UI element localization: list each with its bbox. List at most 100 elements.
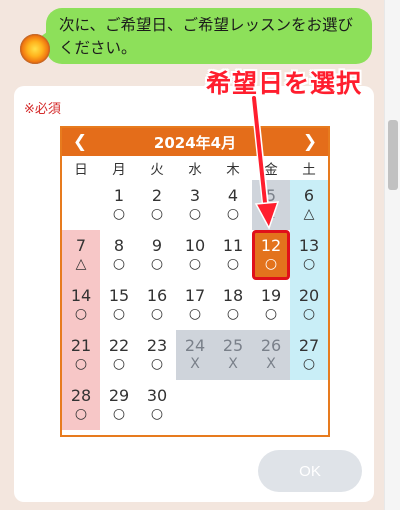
calendar-day-20[interactable]: 20 ○ — [290, 280, 328, 330]
day-number: 12 — [260, 236, 282, 255]
calendar-day-29[interactable]: 29 ○ — [100, 380, 138, 430]
availability-mark: ○ — [74, 406, 88, 422]
availability-mark: ○ — [150, 356, 164, 372]
availability-mark: ○ — [188, 206, 202, 222]
availability-mark: X — [190, 356, 200, 372]
calendar-day-15[interactable]: 15 ○ — [100, 280, 138, 330]
availability-mark: ○ — [302, 356, 316, 372]
day-number: 30 — [146, 386, 168, 405]
availability-mark: ○ — [150, 406, 164, 422]
calendar-day-5: 5x — [252, 180, 290, 230]
calendar-day-16[interactable]: 16 ○ — [138, 280, 176, 330]
calendar-day-18[interactable]: 18 ○ — [214, 280, 252, 330]
calendar-week-row: 7 △ 8 ○ 9 ○ 10 ○ 11 ○ 12 ○ 13 ○ — [62, 230, 329, 280]
availability-mark: ○ — [74, 306, 88, 322]
chevron-right-icon[interactable]: ❯ — [302, 128, 318, 156]
availability-mark: ○ — [188, 256, 202, 272]
scrollbar[interactable] — [384, 0, 400, 510]
availability-mark: ○ — [150, 306, 164, 322]
weekday-label: 日 — [74, 162, 88, 178]
day-number: 26 — [260, 336, 282, 355]
calendar-day-7[interactable]: 7 △ — [62, 230, 100, 280]
availability-mark: ○ — [302, 306, 316, 322]
calendar-day-25: 25 X — [214, 330, 252, 380]
day-number: 4 — [227, 186, 239, 205]
annotation-label: 希望日を選択 — [206, 69, 363, 98]
availability-mark: △ — [75, 256, 87, 272]
calendar-day-30[interactable]: 30 ○ — [138, 380, 176, 430]
calendar-day-26: 26 X — [252, 330, 290, 380]
availability-mark: ○ — [112, 306, 126, 322]
day-number: 15 — [108, 286, 130, 305]
calendar-header: ❮ 2024年4月 ❯ — [62, 128, 328, 156]
day-number: 20 — [298, 286, 320, 305]
scrollbar-thumb[interactable] — [388, 120, 398, 190]
day-number: 24 — [184, 336, 206, 355]
day-number: 5 — [265, 186, 277, 205]
calendar-day-2[interactable]: 2 ○ — [138, 180, 176, 230]
availability-mark: ○ — [226, 256, 240, 272]
calendar-day-10[interactable]: 10 ○ — [176, 230, 214, 280]
availability-mark: X — [266, 356, 276, 372]
calendar-empty-cell — [62, 180, 100, 230]
required-label: ※必須 — [24, 102, 61, 117]
day-number: 19 — [260, 286, 282, 305]
calendar-day-17[interactable]: 17 ○ — [176, 280, 214, 330]
calendar: ❮ 2024年4月 ❯ 日月火水木金土 1 ○ 2 ○ 3 ○ 4 ○ 5 x 6 △ 7 △ 8 ○ 9 ○ 10… — [60, 126, 330, 437]
calendar-week-row: 1 ○ 2 ○ 3 ○ 4 ○ 5 x 6 △ — [62, 180, 328, 230]
availability-mark: ○ — [112, 206, 126, 222]
day-number: 1 — [113, 186, 125, 205]
day-number: 27 — [298, 336, 320, 355]
availability-mark: X — [228, 356, 238, 372]
day-number: 22 — [108, 336, 130, 355]
chat-message-text: 次に、ご希望日、ご希望レッスンをお選びください。 — [59, 16, 354, 57]
availability-mark: ○ — [150, 206, 164, 222]
day-number: 25 — [222, 336, 244, 355]
availability-mark: ○ — [112, 256, 126, 272]
calendar-day-4[interactable]: 4 ○ — [214, 180, 252, 230]
calendar-day-27[interactable]: 27 ○ — [290, 330, 328, 380]
calendar-day-19[interactable]: 19 ○ — [252, 280, 290, 330]
availability-mark: ○ — [188, 306, 202, 322]
calendar-day-14[interactable]: 14 ○ — [62, 280, 100, 330]
day-number: 2 — [151, 186, 163, 205]
availability-mark: ○ — [226, 306, 240, 322]
calendar-day-1[interactable]: 1 ○ — [100, 180, 138, 230]
weekday-label: 金 — [264, 162, 278, 178]
weekday-label: 水 — [188, 162, 202, 178]
calendar-day-23[interactable]: 23 ○ — [138, 330, 176, 380]
calendar-week-row: 28 ○ 29 ○ 30 ○ — [62, 380, 328, 430]
day-number: 8 — [113, 236, 125, 255]
calendar-day-28[interactable]: 28 ○ — [62, 380, 100, 430]
chevron-left-icon[interactable]: ❮ — [72, 128, 88, 156]
calendar-day-21[interactable]: 21 ○ — [62, 330, 100, 380]
calendar-day-9[interactable]: 9 ○ — [138, 230, 176, 280]
weekday-label: 月 — [112, 162, 126, 178]
availability-mark: ○ — [150, 256, 164, 272]
day-number: 16 — [146, 286, 168, 305]
calendar-week-row: 21 ○ 22 ○ 23 ○ 24 X 25 X 26 X 27 ○ — [62, 330, 328, 380]
day-number: 28 — [70, 386, 92, 405]
day-number: 9 — [151, 236, 163, 255]
calendar-empty-cell — [290, 380, 328, 430]
calendar-day-11[interactable]: 11 ○ — [214, 230, 252, 280]
calendar-day-6[interactable]: 6 △ — [290, 180, 328, 230]
calendar-day-13[interactable]: 13 ○ — [290, 230, 329, 280]
weekday-label: 土 — [302, 162, 316, 178]
calendar-day-12[interactable]: 12 ○ — [252, 230, 291, 280]
weekday-label: 火 — [150, 162, 164, 178]
calendar-day-3[interactable]: 3 ○ — [176, 180, 214, 230]
calendar-day-8[interactable]: 8 ○ — [100, 230, 138, 280]
availability-mark: ○ — [112, 356, 126, 372]
availability-mark: ○ — [112, 406, 126, 422]
day-number: 23 — [146, 336, 168, 355]
ok-button[interactable]: OK — [258, 450, 362, 492]
day-number: 7 — [75, 236, 87, 255]
bot-avatar — [20, 34, 50, 64]
day-number: 11 — [222, 236, 244, 255]
availability-mark: ○ — [264, 256, 278, 272]
calendar-day-24: 24 X — [176, 330, 214, 380]
day-number: 18 — [222, 286, 244, 305]
calendar-day-22[interactable]: 22 ○ — [100, 330, 138, 380]
availability-mark: ○ — [302, 256, 316, 272]
